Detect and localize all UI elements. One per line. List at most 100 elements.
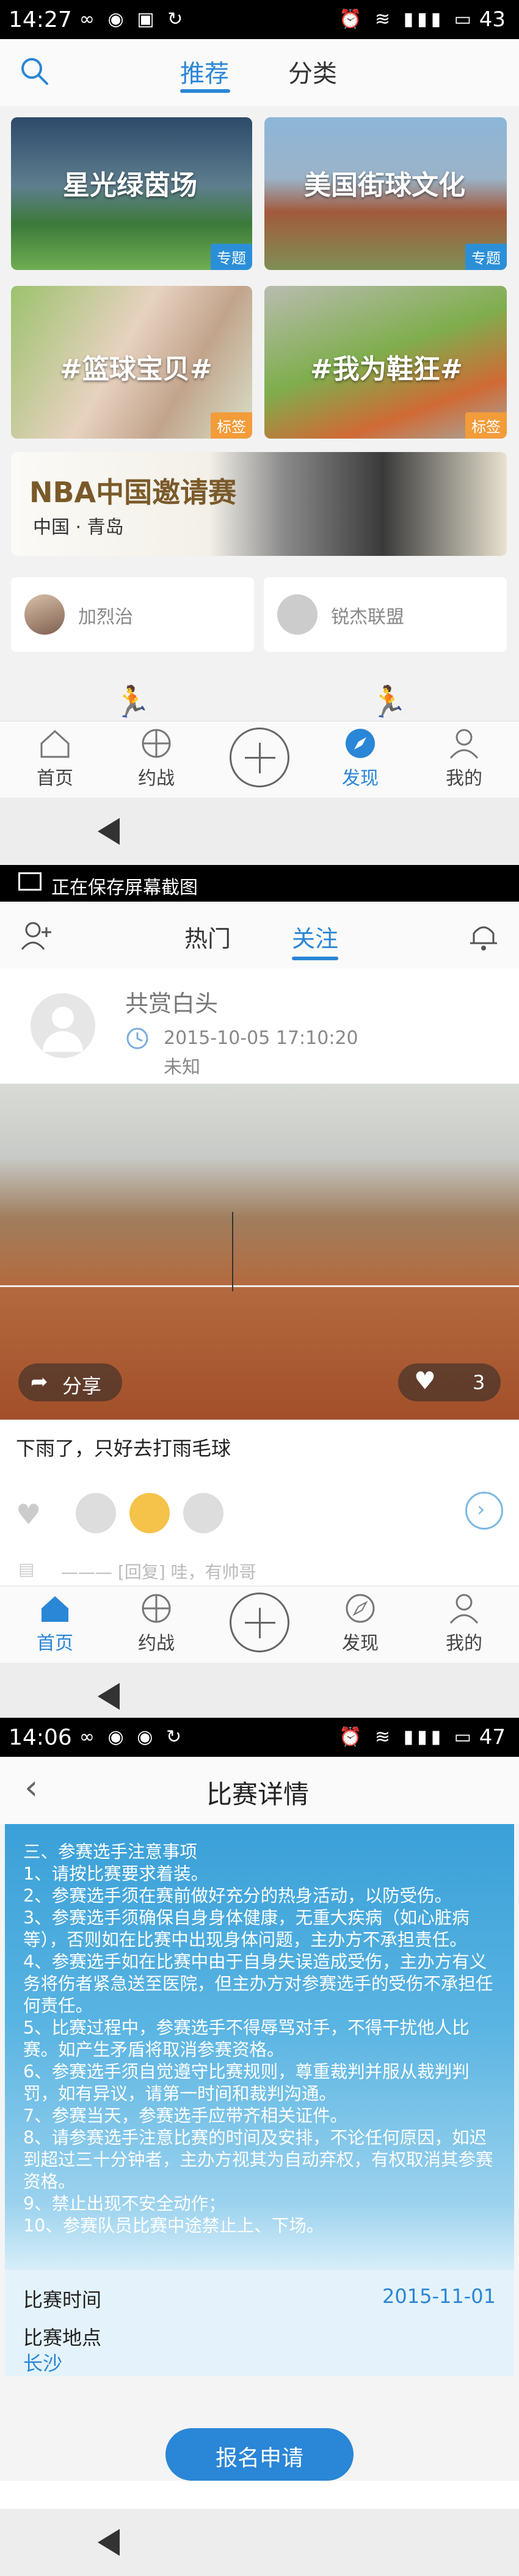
nav-profile[interactable]: 我的 <box>427 726 501 790</box>
notice-text: 三、参赛选手注意事项 1、请按比赛要求着装。 2、参赛选手须在赛前做好充分的热身… <box>23 1841 499 2237</box>
post-photo[interactable]: ➦ 分享 ♥ 3 <box>0 1084 519 1420</box>
user-card[interactable]: 锐杰联盟 <box>264 577 507 652</box>
more-likes-button[interactable]: › <box>465 1492 503 1530</box>
page-title: 比赛详情 <box>206 1779 310 1809</box>
apply-button[interactable]: 报名申请 <box>165 2428 354 2481</box>
back-icon[interactable] <box>98 1683 120 1710</box>
status-time: 14:06 <box>9 1725 72 1750</box>
heart-icon: ♥ <box>414 1367 436 1395</box>
notice-line: 7、参赛当天，参赛选手应带齐相关证件。 <box>23 2106 348 2126</box>
tab-follow[interactable]: 关注 <box>292 920 338 954</box>
add-friend-icon[interactable] <box>20 919 54 953</box>
nav-label: 约战 <box>138 1633 175 1654</box>
search-icon[interactable] <box>20 56 50 87</box>
system-nav-bar <box>0 2509 519 2576</box>
image-icon <box>18 872 42 891</box>
notice-line: 三、参赛选手注意事项 <box>23 1842 198 1862</box>
active-tab-indicator <box>180 89 230 93</box>
add-post-button[interactable] <box>230 728 289 787</box>
notification-icons: ∞ ◉ ▣ ↻ <box>79 9 187 30</box>
bell-icon[interactable] <box>468 919 499 953</box>
topic-card-street-ball[interactable]: 美国街球文化 专题 <box>264 117 507 270</box>
bottom-nav: 首页 约战 发现 我的 <box>0 721 519 798</box>
nba-china-games-banner[interactable]: NBA中国邀请赛 中国 · 青岛 <box>11 452 507 556</box>
user-card[interactable]: 加烈治 <box>11 577 254 652</box>
tag-card-sneakers[interactable]: #我为鞋狂# 标签 <box>264 286 507 439</box>
heart-icon[interactable]: ♥ <box>16 1498 41 1531</box>
liker-avatar[interactable] <box>183 1493 223 1533</box>
status-bar: 14:27 ∞ ◉ ▣ ↻ ⏰ ≋ ▮▮▮ ▭ 43 <box>0 0 519 39</box>
tab-recommend[interactable]: 推荐 <box>180 54 229 89</box>
notice-line: 10、参赛队员比赛中途禁止上、下场。 <box>23 2216 324 2236</box>
detail-header: ‹ 比赛详情 <box>0 1757 519 1825</box>
avatar <box>24 594 65 635</box>
notice-panel: 三、参赛选手注意事项 1、请按比赛要求着装。 2、参赛选手须在赛前做好充分的热身… <box>5 1824 514 2270</box>
post-author[interactable]: 共赏白头 <box>125 985 218 1018</box>
clock-icon <box>126 1027 148 1049</box>
comment-icon: ▤ <box>18 1559 35 1579</box>
match-place-value: 长沙 <box>23 2352 63 2375</box>
add-post-button[interactable] <box>230 1593 289 1652</box>
status-time: 14:27 <box>9 7 72 32</box>
bottom-nav: 首页 约战 发现 我的 <box>0 1586 519 1663</box>
nav-challenge[interactable]: 约战 <box>120 1591 193 1655</box>
basketball-icon <box>142 729 171 758</box>
battery-level: 47 <box>479 1725 506 1750</box>
basketball-icon <box>142 1594 171 1623</box>
notice-line: 5、比赛过程中，参赛选手不得辱骂对手，不得干扰他人比赛。如产生矛盾将取消参赛资格… <box>23 2018 470 2060</box>
avatar-head <box>52 1007 74 1029</box>
user-name: 锐杰联盟 <box>331 607 404 628</box>
battery-level: 43 <box>479 7 506 32</box>
avatar-body <box>43 1031 83 1052</box>
user-icon <box>449 729 479 759</box>
discover-header: 推荐 分类 <box>0 39 519 106</box>
back-icon[interactable] <box>98 818 120 845</box>
feed-header: 热门 关注 <box>0 902 519 969</box>
tab-hot[interactable]: 热门 <box>184 920 231 954</box>
nav-home[interactable]: 首页 <box>18 1591 92 1655</box>
card-tag: 标签 <box>211 412 252 439</box>
nav-label: 发现 <box>342 1633 379 1654</box>
system-nav-bar <box>0 798 519 865</box>
post-location: 未知 <box>164 1057 200 1078</box>
post-datetime: 2015-10-05 17:10:20 <box>164 1027 358 1049</box>
post-caption: 下雨了，只好去打雨毛球 <box>16 1437 231 1460</box>
status-bar: 14:06 ∞ ◉ ◉ ↻ ⏰ ≋ ▮▮▮ ▭ 47 <box>0 1718 519 1757</box>
back-arrow-icon[interactable]: ‹ <box>24 1768 38 1808</box>
compass-icon <box>346 729 375 758</box>
back-icon[interactable] <box>98 2529 120 2556</box>
nav-home[interactable]: 首页 <box>18 726 92 790</box>
active-tab-indicator <box>292 957 338 960</box>
nav-profile[interactable]: 我的 <box>427 1591 501 1655</box>
tab-category[interactable]: 分类 <box>288 54 337 89</box>
nav-label: 首页 <box>37 1633 73 1654</box>
card-title: #我为鞋狂# <box>310 354 463 385</box>
banner-subtitle: 中国 · 青岛 <box>33 517 124 538</box>
nav-challenge[interactable]: 约战 <box>120 726 193 790</box>
match-place-label: 比赛地点 <box>23 2326 102 2349</box>
nav-discover[interactable]: 发现 <box>324 1591 397 1655</box>
comment-preview[interactable]: ——— [回复] 哇，有帅哥 <box>61 1559 256 1583</box>
match-time-label: 比赛时间 <box>23 2288 102 2311</box>
avatar[interactable] <box>31 993 95 1058</box>
user-icon <box>449 1594 479 1624</box>
card-title: 星光绿茵场 <box>63 170 197 201</box>
notification-icons: ∞ ◉ ◉ ↻ <box>79 1726 186 1748</box>
topic-card-starlight-field[interactable]: 星光绿茵场 专题 <box>11 117 252 270</box>
court-line <box>0 1285 519 1287</box>
liker-avatar[interactable] <box>129 1493 170 1533</box>
tag-card-basketball-babe[interactable]: #篮球宝贝# 标签 <box>11 286 252 439</box>
nav-label: 我的 <box>446 1633 482 1654</box>
chevron-right-icon: › <box>477 1497 485 1522</box>
share-button[interactable]: ➦ 分享 <box>18 1363 122 1401</box>
liker-avatar[interactable] <box>76 1493 116 1533</box>
like-button[interactable]: ♥ 3 <box>398 1363 501 1401</box>
apply-button-label: 报名申请 <box>215 2446 303 2471</box>
banner-title: NBA中国邀请赛 <box>29 476 237 509</box>
nav-discover[interactable]: 发现 <box>324 726 397 790</box>
nav-label: 首页 <box>37 768 73 789</box>
user-name: 加烈治 <box>78 607 133 628</box>
match-time-value: 2015-11-01 <box>382 2285 496 2308</box>
card-tag: 标签 <box>465 412 507 439</box>
share-label: 分享 <box>62 1374 102 1398</box>
